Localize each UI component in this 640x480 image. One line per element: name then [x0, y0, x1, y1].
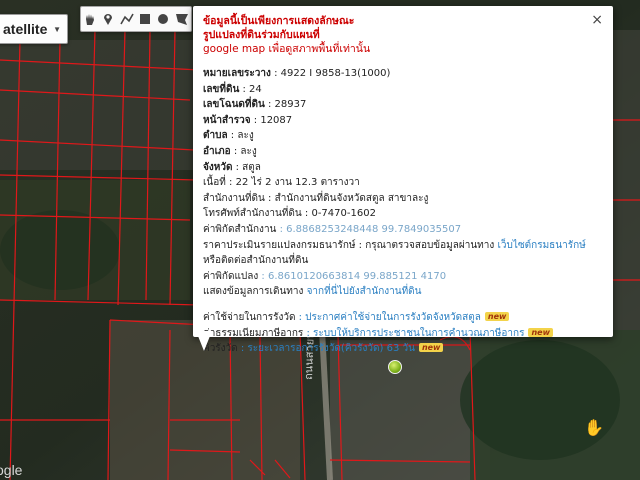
field-value: : สตูล: [232, 161, 261, 173]
field-value: : 12087: [250, 114, 293, 126]
notice-line: ข้อมูลนี้เป็นเพียงการแสดงลักษณะ: [203, 15, 355, 27]
field-label: สำนักงานที่ดิน: [203, 192, 265, 204]
notice-line: รูปแปลงที่ดินร่วมกับแผนที่: [203, 29, 320, 41]
service-survey-queue: คิวรังวัด : ระยะเวลารอการรังวัด(คิวรังวั…: [203, 341, 603, 357]
survey-cost-link[interactable]: : ประกาศค่าใช้จ่ายในการรังวัดจังหวัดสตูล: [295, 312, 481, 323]
field-value: : 22 ไร่ 2 งาน 12.3 ตารางวา: [225, 177, 360, 189]
field-office-coordinate: ค่าพิกัดสำนักงาน : 6.8868253248448 99.78…: [203, 222, 603, 238]
parcel-fields: หมายเลขระวาง : 4922 I 9858-13(1000) เลขท…: [203, 66, 603, 300]
field-label: ตำบล: [203, 130, 228, 142]
parcel-location-marker[interactable]: [388, 360, 402, 374]
field-label: ค่าพิกัดสำนักงาน: [203, 223, 277, 235]
field-value: : ละงู: [230, 145, 257, 157]
field-route: แสดงข้อมูลการเดินทาง จากที่นี่ไปยังสำนัก…: [203, 284, 603, 300]
service-survey-cost: ค่าใช้จ่ายในการรังวัด : ประกาศค่าใช้จ่าย…: [203, 310, 603, 326]
field-label: โทรศัพท์สำนักงานที่ดิน: [203, 208, 302, 220]
valuation-contact-text: หรือติดต่อสำนักงานที่ดิน: [203, 255, 309, 267]
field-value: : 24: [239, 83, 262, 95]
info-window-pointer: [196, 331, 212, 351]
field-value: : สำนักงานที่ดินจังหวัดสตูล สาขาละงู: [264, 192, 429, 204]
tax-fee-link[interactable]: : ระบบให้บริการประชาชนในการคำนวณภาษีอากร: [303, 328, 524, 339]
drawing-toolbar: [80, 6, 192, 32]
new-badge: new: [484, 311, 510, 321]
marker-icon[interactable]: [100, 11, 116, 27]
chevron-down-icon: ▼: [53, 24, 61, 34]
close-icon[interactable]: ×: [591, 12, 603, 28]
polyline-icon[interactable]: [119, 11, 135, 27]
route-to-office-link[interactable]: จากที่นี่ไปยังสำนักงานที่ดิน: [307, 286, 422, 297]
field-land-office: สำนักงานที่ดิน : สำนักงานที่ดินจังหวัดสต…: [203, 191, 603, 207]
field-label: หมายเลขระวาง: [203, 68, 271, 79]
circle-icon[interactable]: [155, 11, 171, 27]
field-area: เนื้อที่ : 22 ไร่ 2 งาน 12.3 ตารางวา: [203, 175, 603, 191]
field-district: อำเภอ : ละงู: [203, 144, 603, 160]
rectangle-icon[interactable]: [137, 11, 153, 27]
service-label: ค่าใช้จ่ายในการรังวัด: [203, 311, 296, 323]
hand-cursor-icon: ✋: [584, 418, 604, 437]
field-subdistrict: ตำบล : ละงู: [203, 128, 603, 144]
treasury-website-link[interactable]: เว็บไซต์กรมธนารักษ์: [497, 240, 585, 251]
field-sheet-number: หมายเลขระวาง : 4922 I 9858-13(1000): [203, 66, 603, 82]
map-type-label: atellite: [3, 21, 48, 37]
field-value: : 28937: [264, 99, 307, 111]
field-survey-page: หน้าสำรวจ : 12087: [203, 113, 603, 129]
notice-line: google map เพื่อดูสภาพพื้นที่เท่านั้น: [203, 43, 371, 55]
field-value: : 6.8610120663814 99.885121 4170: [258, 270, 447, 282]
service-tax-fee: ค่าธรรมเนียมภาษีอากร : ระบบให้บริการประช…: [203, 326, 603, 342]
survey-queue-link[interactable]: : ระยะเวลารอการรังวัด(คิวรังวัด) 63 วัน: [238, 343, 415, 354]
parcel-info-window: × ข้อมูลนี้เป็นเพียงการแสดงลักษณะ รูปแปล…: [193, 6, 613, 354]
field-deed-number: เลขโฉนดที่ดิน : 28937: [203, 97, 603, 113]
disclaimer-notice: ข้อมูลนี้เป็นเพียงการแสดงลักษณะ รูปแปลงท…: [203, 14, 603, 56]
field-label: เนื้อที่: [203, 177, 226, 189]
google-logo: ogle: [0, 462, 23, 478]
new-badge: new: [418, 343, 444, 353]
field-value: : 4922 I 9858-13(1000): [270, 68, 391, 79]
field-parcel-coordinate: ค่าพิกัดแปลง : 6.8610120663814 99.885121…: [203, 269, 603, 285]
field-valuation: ราคาประเมินรายแปลงกรมธนารักษ์ : กรุณาตรว…: [203, 238, 603, 254]
service-label: ค่าธรรมเนียมภาษีอากร: [203, 327, 304, 339]
field-label: เลขที่ดิน: [203, 83, 240, 95]
new-badge: new: [528, 327, 553, 337]
field-value: : 0-7470-1602: [301, 208, 376, 220]
field-label: หน้าสำรวจ: [203, 114, 251, 126]
polygon-icon[interactable]: [174, 11, 190, 27]
hand-icon[interactable]: [82, 11, 98, 27]
field-parcel-number: เลขที่ดิน : 24: [203, 82, 603, 98]
field-office-phone: โทรศัพท์สำนักงานที่ดิน : 0-7470-1602: [203, 206, 603, 222]
field-label: จังหวัด: [203, 161, 233, 173]
field-label: อำเภอ: [203, 145, 231, 157]
valuation-text: ราคาประเมินรายแปลงกรมธนารักษ์ : กรุณาตรว…: [203, 239, 495, 251]
field-label: แสดงข้อมูลการเดินทาง: [203, 286, 304, 298]
field-label: ค่าพิกัดแปลง: [203, 270, 259, 282]
field-province: จังหวัด : สตูล: [203, 160, 603, 176]
field-value: : ละงู: [227, 130, 254, 142]
field-valuation-contact: หรือติดต่อสำนักงานที่ดิน: [203, 253, 603, 269]
map-type-selector[interactable]: atellite ▼: [0, 14, 68, 44]
field-value: : 6.8868253248448 99.7849035507: [276, 223, 462, 235]
field-label: เลขโฉนดที่ดิน: [203, 99, 265, 111]
service-links: ค่าใช้จ่ายในการรังวัด : ประกาศค่าใช้จ่าย…: [203, 310, 603, 357]
